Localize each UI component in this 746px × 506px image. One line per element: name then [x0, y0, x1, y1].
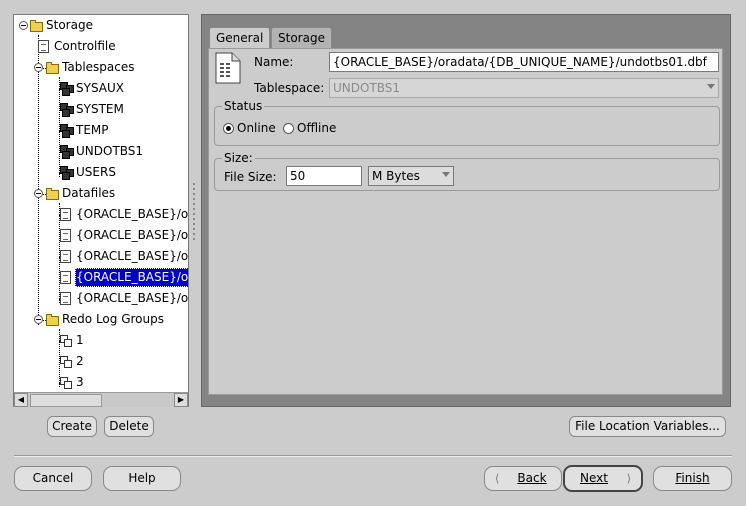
datafile-icon [60, 229, 71, 242]
offline-radio[interactable] [283, 123, 294, 134]
file-location-variables-label: File Location Variables... [575, 419, 720, 433]
folder-icon [46, 188, 59, 200]
tab-general-label: General [216, 31, 264, 45]
size-unit-value: M Bytes [372, 169, 420, 183]
tablespace-value: UNDOTBS1 [333, 81, 401, 95]
tree-item-label: 1 [76, 333, 84, 347]
create-button[interactable]: Create [47, 416, 97, 437]
tree-item-label: Tablespaces [62, 60, 135, 74]
tree-item-label: {ORACLE_BASE}/o [76, 291, 189, 305]
chevron-down-icon [442, 172, 450, 177]
expander-icon[interactable] [19, 21, 28, 30]
tab-storage[interactable]: Storage [271, 27, 332, 48]
tree-connector-line [38, 35, 39, 325]
size-unit-dropdown[interactable]: M Bytes [368, 166, 454, 186]
tree-item-label: Controlfile [54, 39, 116, 53]
cancel-button[interactable]: Cancel [14, 466, 92, 491]
storage-tree[interactable]: Storage Controlfile Tablespaces SYSAUX SYSTE… [13, 14, 189, 407]
datafile-icon [60, 292, 71, 305]
chevron-right-icon: ⟩ [626, 472, 631, 485]
delete-button-label: Delete [109, 419, 149, 433]
tree-item-label: TEMP [76, 123, 109, 137]
redo-group-icon [60, 335, 72, 347]
tree-item-label: {ORACLE_BASE}/o [75, 268, 188, 287]
tablespace-icon [60, 82, 74, 96]
tablespace-icon [60, 166, 74, 180]
back-button-label: Back [517, 471, 547, 485]
name-label: Name: [254, 55, 294, 69]
scroll-thumb[interactable] [30, 394, 102, 407]
cancel-button-label: Cancel [32, 471, 74, 485]
tablespace-label: Tablespace: [254, 81, 325, 95]
datafile-icon [60, 250, 71, 263]
tablespace-dropdown[interactable]: UNDOTBS1 [329, 78, 719, 98]
tree-item-label: Redo Log Groups [62, 312, 164, 326]
redo-group-icon [60, 377, 72, 389]
folder-icon [46, 62, 59, 74]
file-size-label: File Size: [224, 170, 277, 184]
datafile-icon [60, 208, 71, 221]
finish-button[interactable]: Finish [653, 466, 732, 491]
file-size-input[interactable]: 50 [286, 166, 362, 186]
tree-item-label: Storage [46, 18, 93, 32]
chevron-down-icon [707, 84, 715, 89]
redo-group-icon [60, 356, 72, 368]
finish-button-label: Finish [675, 471, 710, 485]
expander-icon[interactable] [34, 189, 43, 198]
status-group-title: Status [222, 99, 265, 113]
tablespace-icon [60, 124, 74, 138]
delete-button[interactable]: Delete [104, 416, 154, 437]
help-button-label: Help [128, 471, 156, 485]
tree-item-label: 3 [76, 375, 84, 389]
panel-splitter-handle[interactable] [192, 180, 196, 270]
tree-item-label: UNDOTBS1 [76, 144, 144, 158]
tree-item-label: 2 [76, 354, 84, 368]
tab-general[interactable]: General [209, 27, 271, 48]
file-location-variables-button[interactable]: File Location Variables... [569, 416, 726, 437]
datafile-icon [60, 271, 71, 284]
footer-separator [14, 455, 732, 457]
tab-storage-label: Storage [278, 31, 325, 45]
online-radio[interactable] [223, 123, 234, 134]
folder-icon [46, 314, 59, 326]
datafile-large-icon [214, 52, 242, 84]
back-button[interactable]: ⟨ Back [484, 466, 562, 491]
document-icon [38, 40, 49, 53]
name-field[interactable]: {ORACLE_BASE}/oradata/{DB_UNIQUE_NAME}/u… [329, 52, 719, 72]
tablespace-icon [60, 103, 74, 117]
expander-icon[interactable] [34, 315, 43, 324]
scroll-left-icon[interactable]: ◀ [14, 393, 28, 407]
general-tab-content [208, 48, 723, 395]
create-button-label: Create [52, 419, 92, 433]
size-group-title: Size: [222, 151, 255, 165]
tree-item-label: {ORACLE_BASE}/o [76, 207, 189, 221]
scroll-right-icon[interactable]: ▶ [174, 393, 188, 407]
tree-item-label: {ORACLE_BASE}/o [76, 228, 189, 242]
tree-item-label: {ORACLE_BASE}/o [76, 249, 189, 263]
help-button[interactable]: Help [103, 466, 181, 491]
folder-icon [30, 20, 43, 32]
tree-item-label: Datafiles [62, 186, 116, 200]
next-button-label: Next [580, 471, 608, 485]
tree-item-label: USERS [76, 165, 116, 179]
offline-label[interactable]: Offline [297, 121, 336, 135]
expander-icon[interactable] [34, 63, 43, 72]
next-button[interactable]: Next ⟩ [563, 465, 643, 492]
tablespace-icon [60, 145, 74, 159]
tree-item-label: SYSAUX [76, 81, 124, 95]
tree-item-label: SYSTEM [76, 102, 124, 116]
online-label[interactable]: Online [237, 121, 276, 135]
chevron-left-icon: ⟨ [495, 472, 500, 485]
tree-horizontal-scrollbar[interactable]: ◀ ▶ [14, 392, 188, 407]
